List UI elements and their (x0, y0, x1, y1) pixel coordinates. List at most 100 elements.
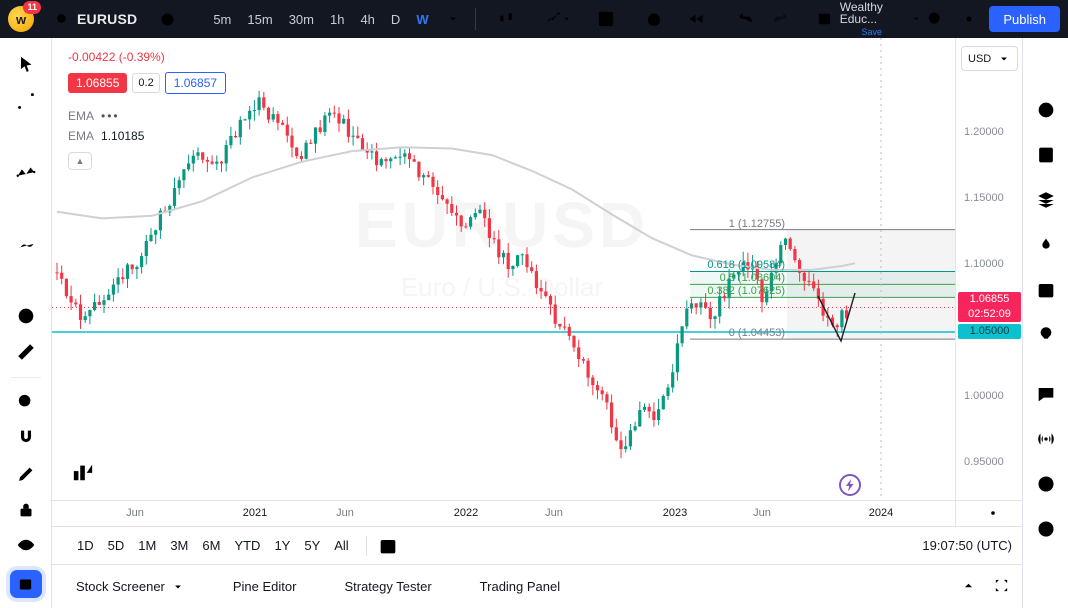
currency-dropdown[interactable]: USD (961, 46, 1018, 71)
layout-grid-button[interactable] (592, 5, 620, 33)
news-button[interactable] (1035, 144, 1057, 166)
panel-maximize-button[interactable] (993, 577, 1010, 597)
panel-controls (960, 577, 1010, 597)
range-6m[interactable]: 6M (195, 534, 227, 557)
timeframe-15m[interactable]: 15m (241, 8, 278, 31)
forecast-icon (15, 198, 37, 220)
range-5d[interactable]: 5D (101, 534, 132, 557)
emoji-icon (15, 305, 37, 327)
zoom-tool[interactable] (15, 391, 37, 414)
object-tree-button[interactable] (1035, 189, 1057, 211)
tab-stock-screener[interactable]: Stock Screener (70, 578, 191, 595)
range-1y[interactable]: 1Y (267, 534, 297, 557)
alerts-button[interactable] (1035, 99, 1057, 121)
price-scale[interactable]: USD 1.20000 1.15000 1.10000 1.00000 0.95… (955, 38, 1022, 500)
streams-button[interactable] (1035, 428, 1057, 450)
undo-button[interactable] (732, 5, 760, 33)
timeframe-1w-active[interactable]: W (410, 8, 434, 31)
expand-icon (993, 577, 1010, 594)
timeframe-4h[interactable]: 4h (354, 8, 380, 31)
settings-button[interactable] (955, 5, 983, 33)
range-all[interactable]: All (327, 534, 355, 557)
ema1-legend[interactable]: EMA ••• (68, 106, 226, 126)
axis-settings-gear[interactable] (986, 506, 1000, 520)
tab-strategy-tester[interactable]: Strategy Tester (338, 578, 437, 595)
calendar-button[interactable] (1035, 279, 1057, 301)
right-sidebar (1022, 38, 1068, 608)
publish-button[interactable]: Publish (989, 6, 1060, 32)
timeframe-5m[interactable]: 5m (207, 8, 237, 31)
fib-label-1[interactable]: 1 (1.12755) (729, 218, 785, 230)
tradingview-logo[interactable] (72, 461, 94, 483)
ema2-legend[interactable]: EMA 1.10185 (68, 126, 226, 146)
ideas-button[interactable] (1035, 324, 1057, 346)
fib-label-50[interactable]: 0.5 (1.08604) (720, 272, 785, 284)
bolt-search-icon (925, 8, 945, 30)
emoji-tool[interactable] (15, 305, 37, 328)
hotlists-button[interactable] (1035, 234, 1057, 256)
currency-value: USD (968, 53, 991, 65)
fib-retracement-tool[interactable] (15, 126, 37, 149)
pattern-tool[interactable] (15, 162, 37, 185)
range-1m[interactable]: 1M (131, 534, 163, 557)
ema2-value: 1.10185 (101, 129, 144, 143)
brush-tool[interactable] (15, 233, 37, 256)
chart-type-button[interactable] (492, 5, 520, 33)
forecast-tool[interactable] (15, 198, 37, 221)
symbol-search[interactable]: EURUSD (54, 11, 137, 28)
bar-replay-button[interactable] (682, 5, 710, 33)
ema2-label: EMA (68, 129, 94, 143)
indicators-button[interactable] (540, 5, 576, 33)
cursor-tool[interactable] (15, 54, 37, 77)
chevron-down-icon (446, 12, 460, 26)
bid-price-box[interactable]: 1.06855 (68, 73, 127, 93)
fib-label-382[interactable]: 0.382 (1.07625) (707, 285, 785, 297)
user-avatar[interactable]: w 11 (8, 6, 34, 32)
measure-tool[interactable] (15, 341, 37, 364)
hide-drawings-tool[interactable] (15, 534, 37, 557)
timeframe-menu-button[interactable] (439, 5, 467, 33)
text-tool[interactable] (15, 269, 37, 292)
tab-pine-editor[interactable]: Pine Editor (227, 578, 303, 595)
redo-button[interactable] (766, 5, 794, 33)
alarm-plus-icon (644, 8, 664, 30)
video-ideas-button[interactable] (1035, 473, 1057, 495)
layout-manager[interactable]: Wealthy Educ... Save (816, 1, 921, 38)
text-icon (15, 269, 37, 291)
go-to-date-button[interactable] (377, 535, 399, 557)
legend-collapse-button[interactable]: ▲ (68, 152, 92, 170)
edit-tool[interactable] (15, 463, 37, 486)
utc-clock[interactable]: 19:07:50 (UTC) (922, 538, 1012, 553)
chat-button[interactable] (1035, 383, 1057, 405)
bar-countdown: 02:52:09 (958, 307, 1021, 322)
strategy-tester-label: Strategy Tester (344, 579, 431, 594)
fib-label-0[interactable]: 0 (1.04453) (729, 327, 785, 339)
quick-search-button[interactable] (921, 5, 949, 33)
create-alert-button[interactable] (640, 5, 668, 33)
screener-tool-active[interactable] (10, 570, 42, 598)
clock-icon (1035, 99, 1057, 121)
search-icon (54, 11, 71, 28)
time-axis[interactable]: Jun 2021 Jun 2022 Jun 2023 Jun 2024 (52, 500, 1022, 527)
save-label[interactable]: Save (861, 26, 882, 38)
panel-open-button[interactable] (960, 577, 977, 597)
compare-add-button[interactable] (153, 5, 181, 33)
range-ytd[interactable]: YTD (227, 534, 267, 557)
tab-trading-panel[interactable]: Trading Panel (474, 578, 566, 595)
timeframe-30m[interactable]: 30m (283, 8, 320, 31)
bulb-icon (1035, 324, 1057, 346)
ask-price-box[interactable]: 1.06857 (165, 72, 226, 94)
lock-drawings-tool[interactable] (15, 499, 37, 522)
toolbar-divider (11, 377, 41, 378)
timeframe-1d[interactable]: D (385, 8, 406, 31)
range-5y[interactable]: 5Y (297, 534, 327, 557)
range-separator (366, 536, 367, 556)
watchlist-button[interactable] (1035, 54, 1057, 76)
magnet-tool[interactable] (15, 427, 37, 450)
help-button[interactable] (1035, 518, 1057, 540)
timeframe-1h[interactable]: 1h (324, 8, 350, 31)
trend-line-tool[interactable] (15, 90, 37, 113)
range-3m[interactable]: 3M (163, 534, 195, 557)
range-1d[interactable]: 1D (70, 534, 101, 557)
fib-label-618[interactable]: 0.618 (1.09584) (707, 259, 785, 271)
